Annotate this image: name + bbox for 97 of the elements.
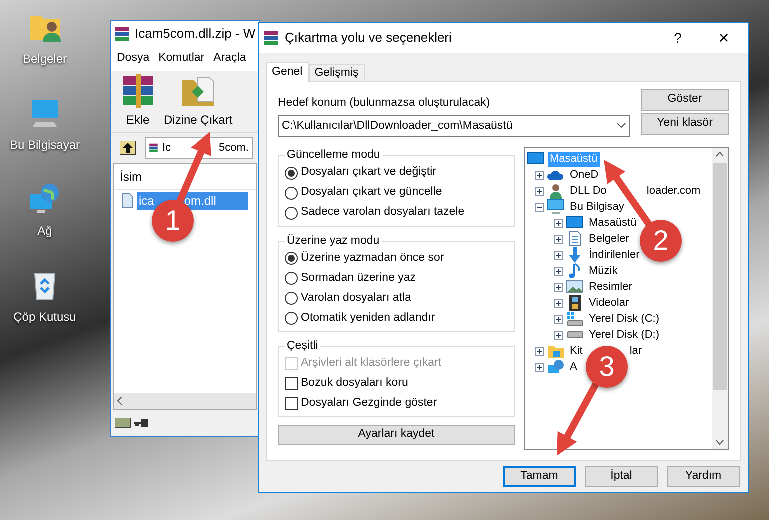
expand-button[interactable] [554,250,563,260]
expand-button[interactable] [535,186,544,196]
tree-item[interactable]: Bu Bilgisay [568,200,626,215]
dialog-button[interactable]: Yardım [667,466,740,487]
expand-button[interactable] [554,266,563,276]
radio-button[interactable] [285,272,298,285]
expand-button[interactable] [554,282,563,292]
column-header[interactable]: İsim [120,168,142,186]
vertical-scrollbar[interactable] [712,148,728,449]
tree-item[interactable]: Videolar [587,296,632,311]
radio-label[interactable]: Sormadan üzerine yaz [301,270,416,287]
radio-label[interactable]: Sadece varolan dosyaları tazele [301,204,465,222]
radio-label[interactable]: Dosyaları çıkart ve güncelle [301,184,442,202]
drive-icon [566,331,584,340]
key-icon [134,419,148,427]
radio-label[interactable]: Üzerine yazmadan önce sor [301,250,444,267]
radio-button[interactable] [285,292,298,305]
down-arrow-icon [566,247,584,264]
expand-button[interactable] [554,298,563,308]
save-settings-button[interactable]: Ayarları kaydet [278,425,515,445]
drive-icon [115,418,131,428]
dialog-button[interactable]: Tamam [503,466,576,487]
film-icon [566,295,584,312]
group-title: Üzerine yaz modu [286,233,381,248]
menu-item[interactable]: Komutlar [158,50,205,68]
up-folder-button[interactable] [117,138,139,158]
file-icon [122,193,134,209]
dialog-button[interactable]: İptal [585,466,658,487]
checkbox[interactable] [285,397,298,410]
expand-button[interactable] [535,170,544,180]
dialog-button[interactable]: Göster [641,89,729,111]
archive-books-icon [114,26,130,42]
dialog-title: Çıkartma yolu ve seçenekleri [285,29,453,48]
tree-item[interactable]: Masaüstü [587,216,639,231]
tree-item[interactable]: OneD [568,168,601,183]
tab[interactable]: Gelişmiş [308,64,365,81]
archive-books-icon [120,74,156,108]
radio-button[interactable] [285,312,298,325]
globe-monitor-icon [547,359,565,376]
radio-button[interactable] [285,206,298,220]
radio-button[interactable] [285,166,298,180]
tree-item[interactable]: İndirilenler [587,248,642,263]
group-title: Çeşitli [286,338,320,354]
picture-icon [566,279,584,296]
address-text: Ic [162,140,172,156]
toolbar-button[interactable]: Ekle [119,74,157,129]
radio-button[interactable] [285,252,298,265]
up-arrow-icon [120,141,136,155]
archive-books-icon [263,30,279,46]
tree-item[interactable]: A [568,360,580,375]
checkbox-label[interactable]: Dosyaları Gezginde göster [301,394,438,412]
desktop-icon-label[interactable]: Çöp Kutusu [14,308,76,326]
drive-icon [566,311,584,328]
window-title: Icam5com.dll.zip - W [135,25,256,44]
tree-item[interactable]: DLL Do [568,184,609,199]
field-label: Hedef konum (bulunmazsa oluşturulacak) [278,96,492,111]
monitor-icon [527,151,545,168]
person-icon [547,183,565,200]
expand-button[interactable] [554,218,563,228]
close-button[interactable]: × [704,25,744,51]
tree-item[interactable]: Yerel Disk (D:) [587,328,662,343]
globe-monitor-icon [28,182,62,216]
tree-item[interactable]: loader.com [646,184,701,199]
group-title: Güncelleme modu [286,148,382,164]
tab[interactable]: Genel [266,62,309,82]
tree-item[interactable]: Belgeler [587,232,632,247]
radio-label[interactable]: Otomatik yeniden adlandır [301,310,436,327]
expand-button[interactable] [554,314,563,324]
radio-label[interactable]: Dosyaları çıkart ve değiştir [301,164,436,182]
tree-item[interactable]: lar [630,344,642,359]
monitor-icon [566,215,584,232]
expand-button[interactable] [554,330,563,340]
tree-item[interactable]: Resimler [587,280,634,295]
help-button[interactable]: ? [658,25,698,51]
toolbar-button[interactable]: Dizine Çıkart [163,74,234,129]
expand-button[interactable] [535,362,544,372]
file-name: ica [139,193,154,210]
radio-label[interactable]: Varolan dosyaları atla [301,290,412,307]
monitor-icon [547,199,565,216]
checkbox[interactable] [285,377,298,390]
tree-item[interactable]: Kit [568,344,585,359]
address-text: 5com. [219,140,249,156]
tree-item[interactable]: Müzik [587,264,620,279]
collapse-button[interactable] [535,202,544,212]
expand-button[interactable] [535,346,544,356]
checkbox-label[interactable]: Bozuk dosyaları koru [301,374,408,392]
horizontal-scrollbar[interactable] [114,393,256,409]
destination-combobox[interactable]: C:\Kullanıcılar\DllDownloader_com\Masaüstü [278,115,630,138]
desktop-icon-label[interactable]: Ağ [38,222,52,240]
dialog-button[interactable]: Yeni klasör [641,113,729,135]
chevron-down-icon [617,123,626,130]
menu-item[interactable]: Dosya [117,50,150,68]
tree-item[interactable]: Yerel Disk (C:) [587,312,662,327]
folder-icon [547,343,565,360]
menu-item[interactable]: Araçla [214,50,246,68]
expand-button[interactable] [554,234,563,244]
radio-button[interactable] [285,186,298,200]
